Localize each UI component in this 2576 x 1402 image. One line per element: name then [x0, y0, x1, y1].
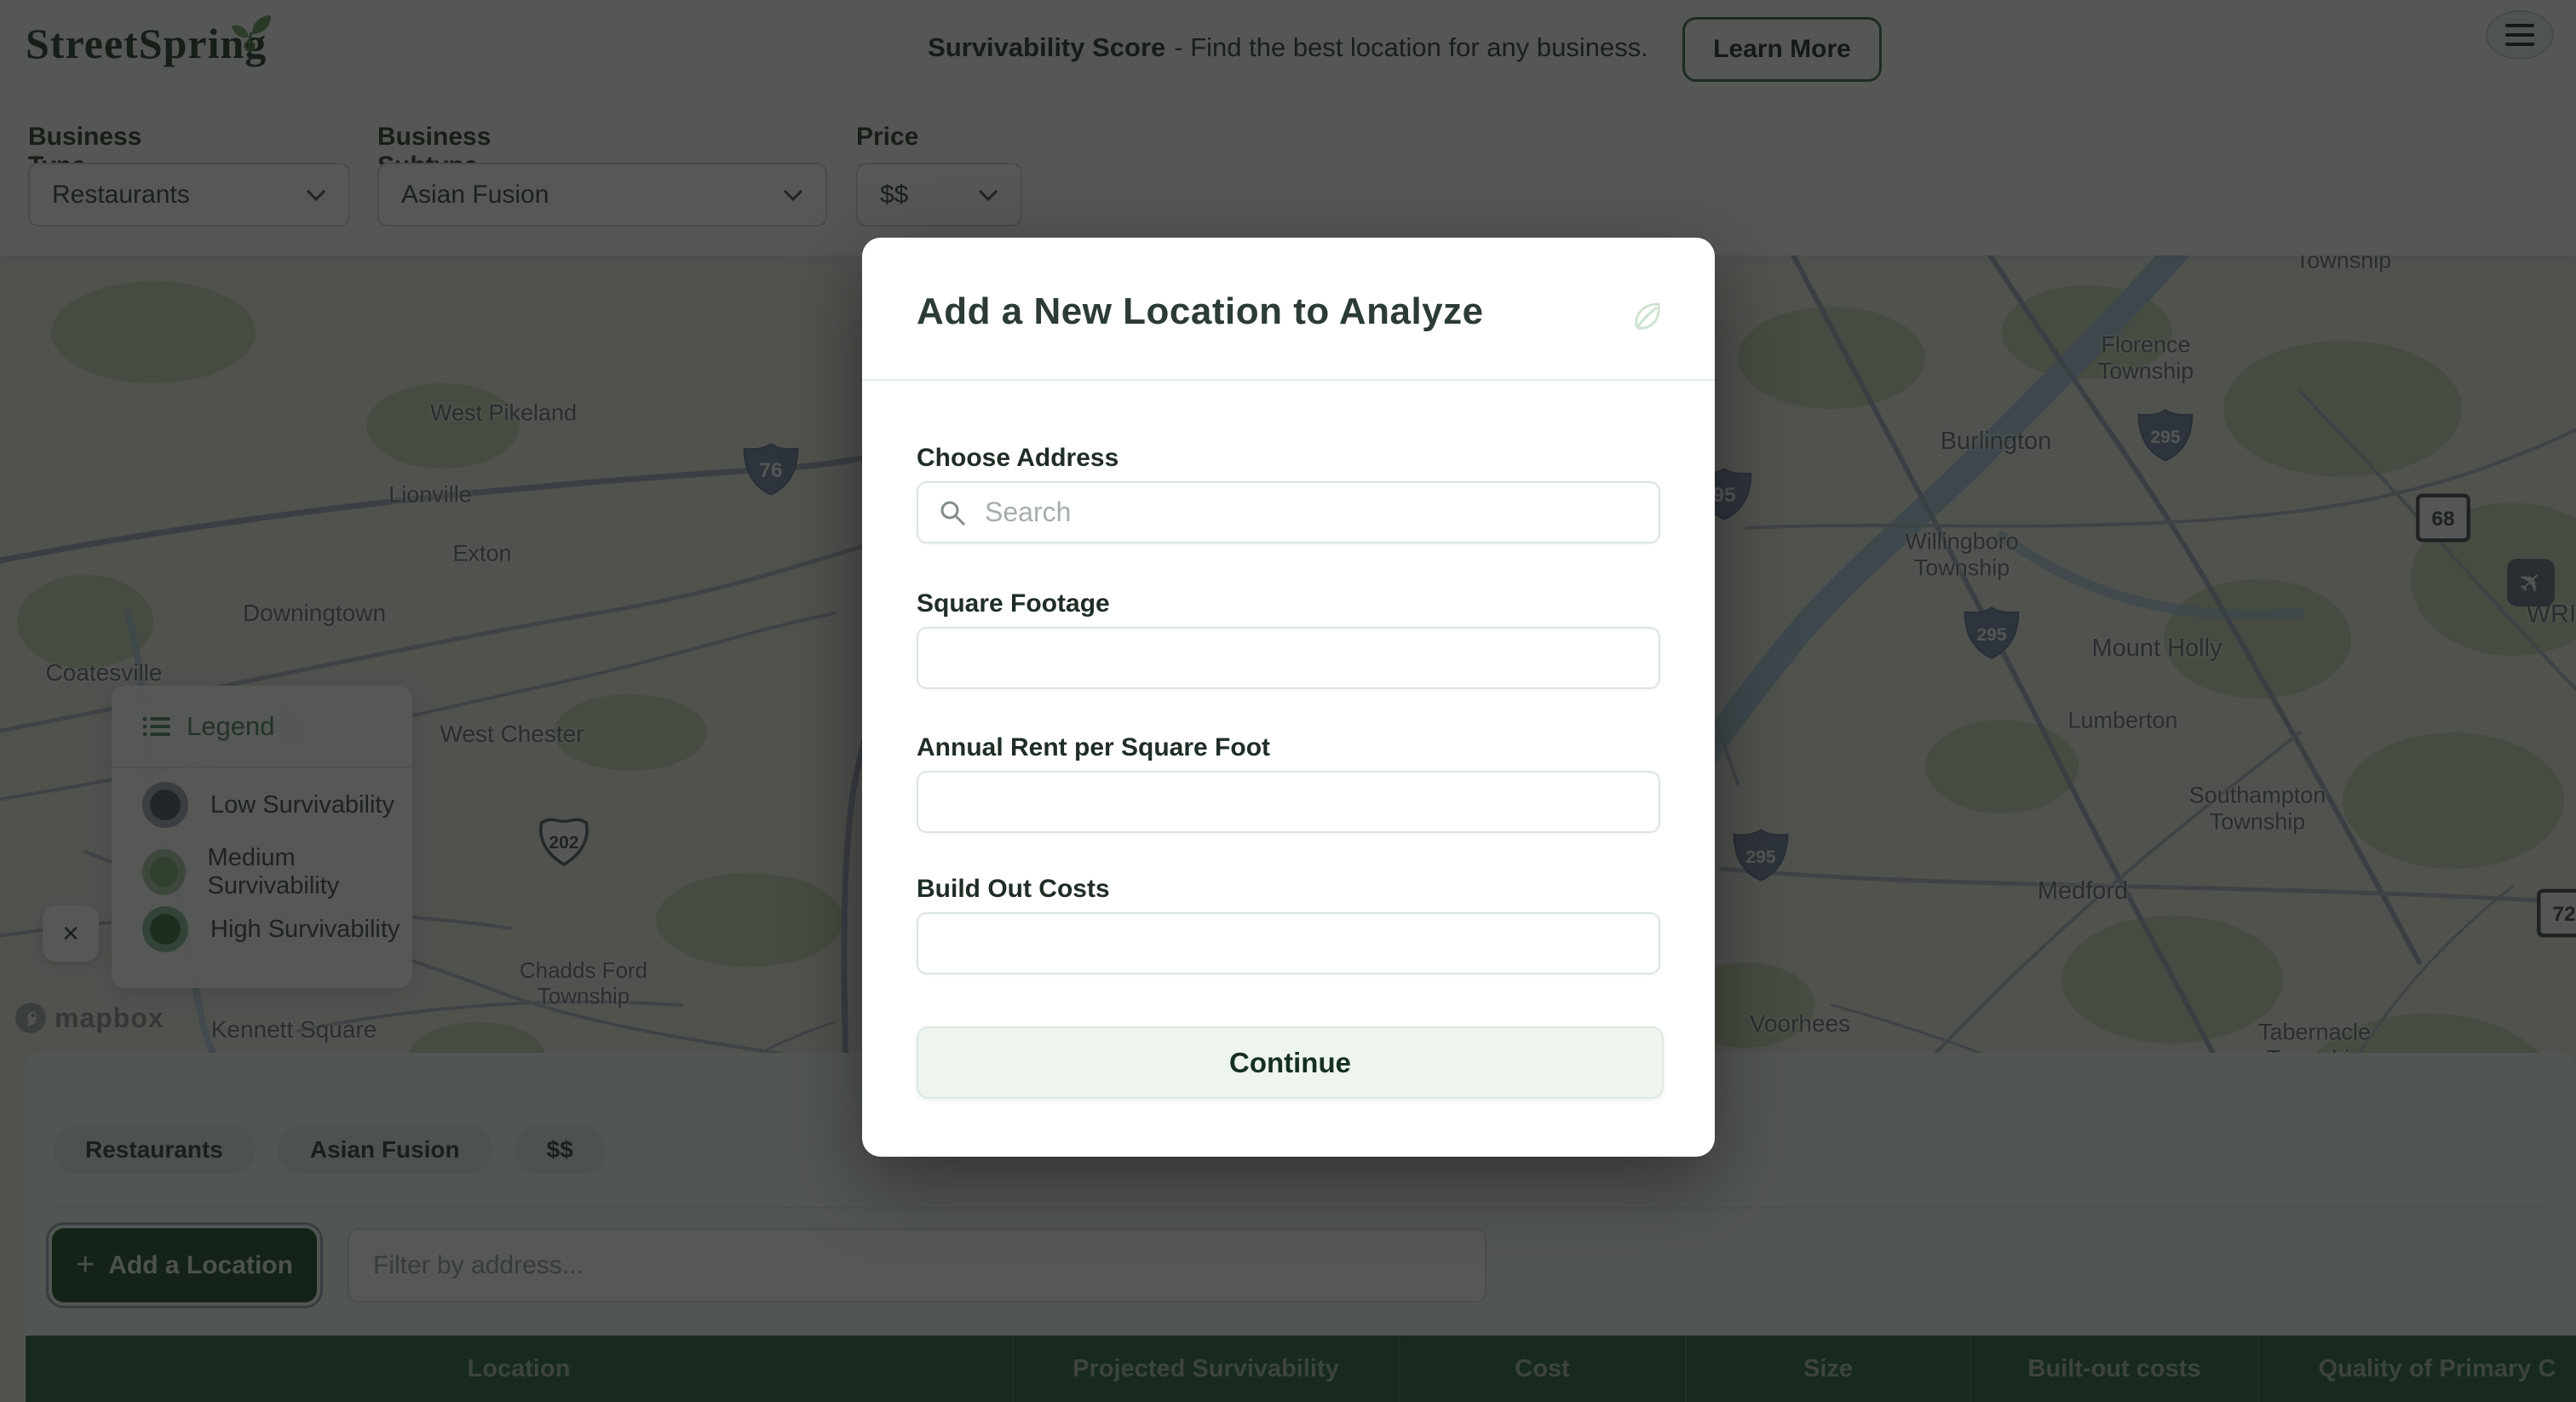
modal-field: Annual Rent per Square Foot — [917, 733, 1660, 833]
leaf-icon — [1628, 297, 1665, 335]
modal-divider — [862, 379, 1715, 381]
continue-button[interactable]: Continue — [917, 1026, 1664, 1099]
modal-field: Choose Address — [917, 444, 1660, 543]
modal-field: Square Footage — [917, 589, 1660, 689]
modal-title: Add a New Location to Analyze — [917, 290, 1484, 333]
field-label: Choose Address — [917, 444, 1660, 473]
field-label: Square Footage — [917, 589, 1660, 618]
annual-rent-per-square-foot-input[interactable] — [917, 771, 1660, 833]
field-label: Build Out Costs — [917, 875, 1660, 904]
search-icon — [939, 499, 966, 526]
choose-address-input[interactable] — [917, 481, 1660, 543]
square-footage-input[interactable] — [917, 627, 1660, 689]
field-label: Annual Rent per Square Foot — [917, 733, 1660, 762]
build-out-costs-input[interactable] — [917, 912, 1660, 974]
add-location-modal: Add a New Location to Analyze Choose Add… — [862, 238, 1715, 1157]
modal-field: Build Out Costs — [917, 875, 1660, 974]
